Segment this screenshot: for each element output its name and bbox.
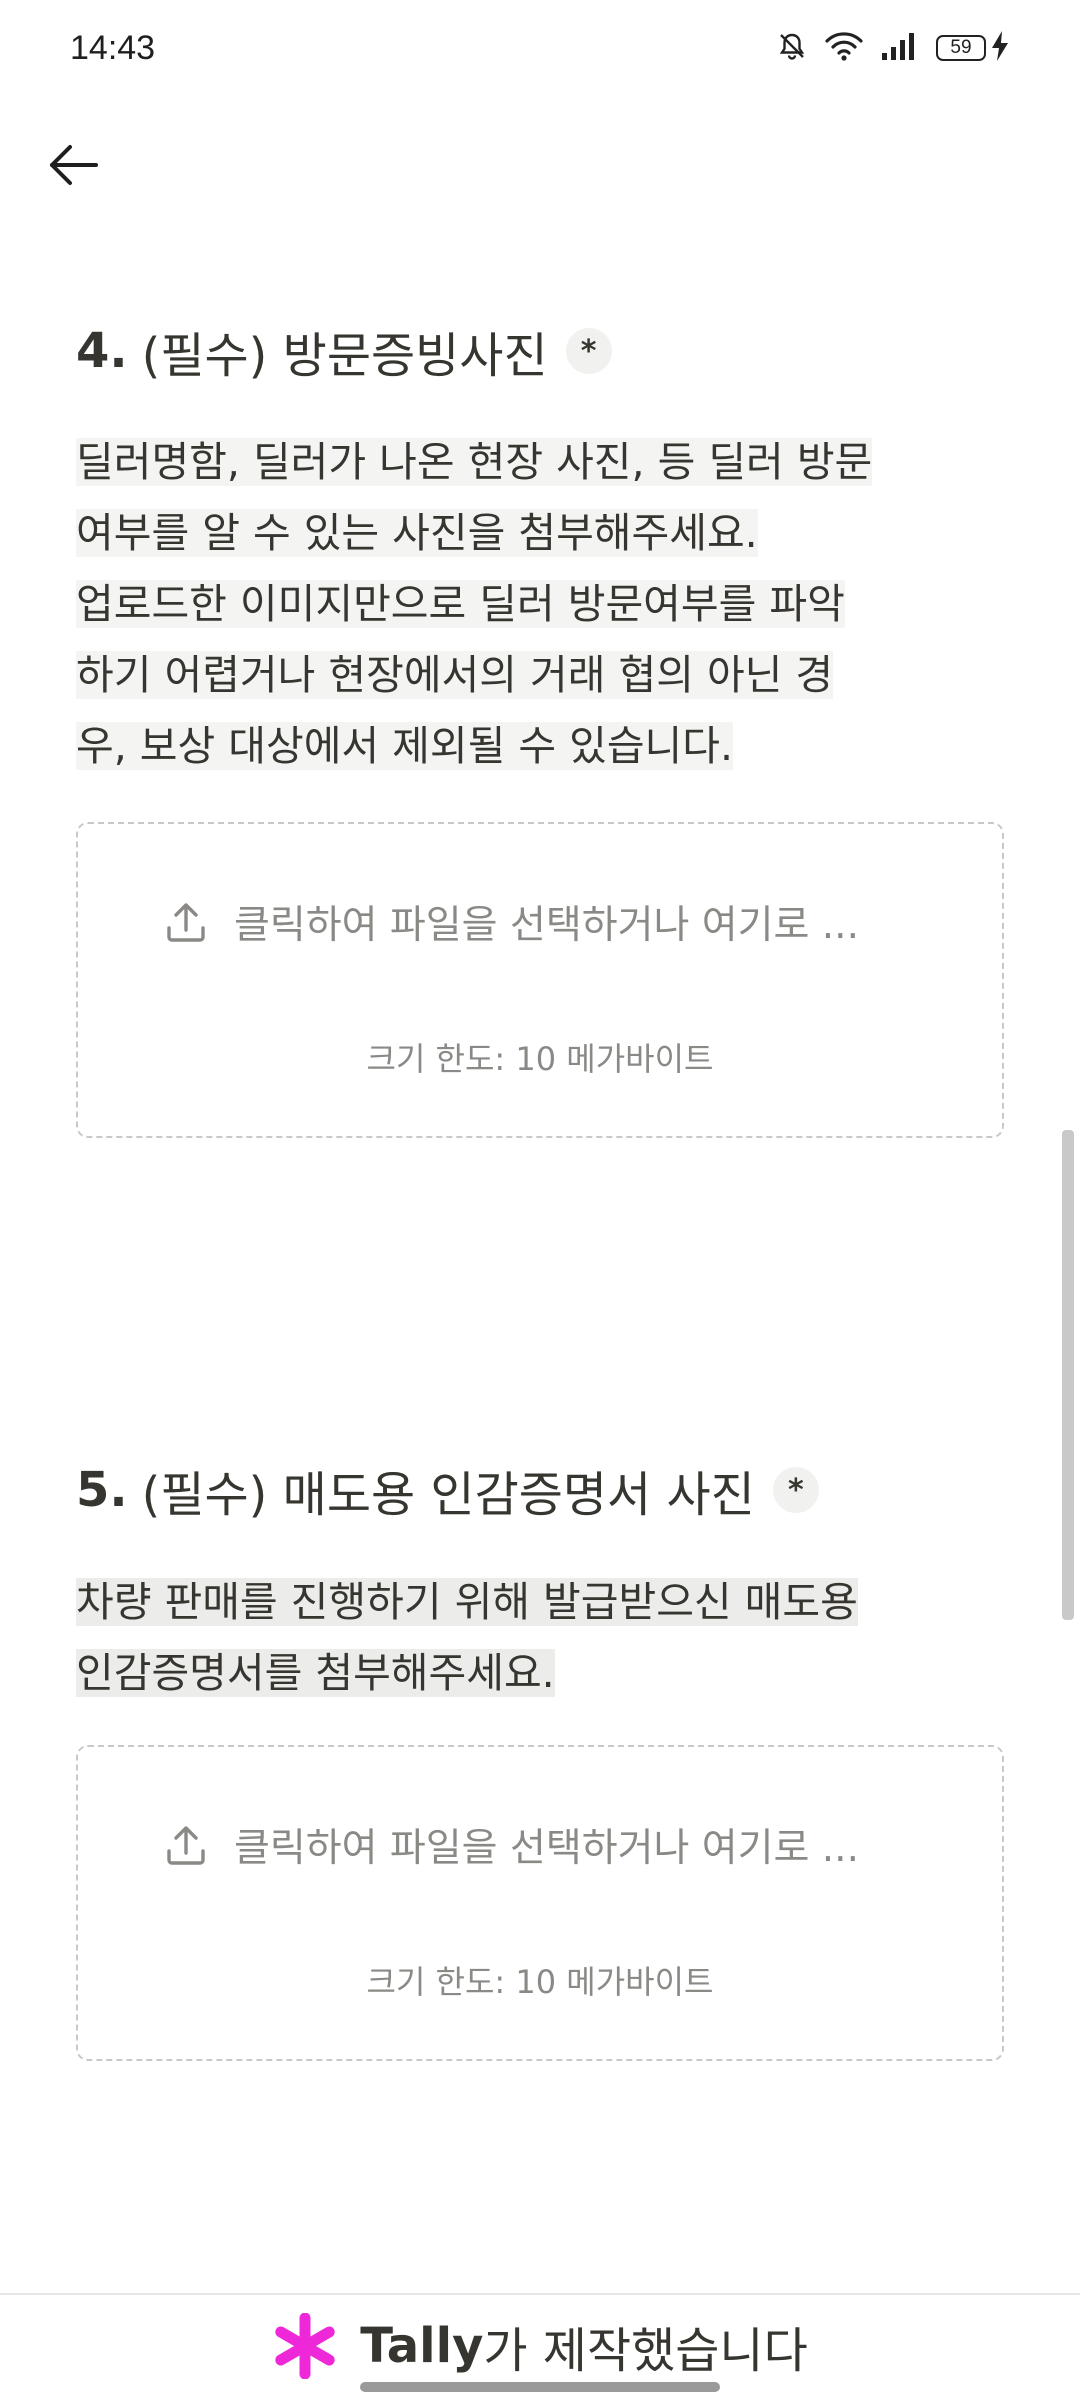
footer-divider xyxy=(0,2293,1080,2295)
upload-icon xyxy=(167,903,205,942)
question-5-title: 5. (필수) 매도용 인감증명서 사진 * xyxy=(76,1455,819,1525)
description-line: 업로드한 이미지만으로 딜러 방문여부를 파악 xyxy=(76,580,845,628)
required-badge: * xyxy=(772,1467,819,1513)
made-with-tally-badge[interactable]: Tally 가 제작했습니다 xyxy=(0,2296,1080,2396)
upload-size-limit: 크기 한도: 10 메가바이트 xyxy=(366,1963,714,2001)
question-5-description: 차량 판매를 진행하기 위해 발급받으신 매도용 인감증명서를 첨부해주세요. xyxy=(76,1567,1006,1709)
question-4-title-text: (필수) 방문증빙사진 xyxy=(141,328,548,384)
signal-icon xyxy=(880,31,920,65)
upload-prompt-text: 클릭하여 파일을 선택하거나 여기로 ... xyxy=(234,903,859,948)
file-upload-dropzone-4[interactable]: 클릭하여 파일을 선택하거나 여기로 ... 크기 한도: 10 메가바이트 xyxy=(76,822,1004,1138)
question-5-title-text: (필수) 매도용 인감증명서 사진 xyxy=(141,1467,755,1523)
question-4-description: 딜러명함, 딜러가 나온 현장 사진, 등 딜러 방문 여부를 알 수 있는 사… xyxy=(76,427,1006,782)
description-line: 차량 판매를 진행하기 위해 발급받으신 매도용 xyxy=(76,1578,858,1626)
upload-prompt: 클릭하여 파일을 선택하거나 여기로 ... xyxy=(164,894,859,950)
upload-size-limit: 크기 한도: 10 메가바이트 xyxy=(366,1040,714,1078)
question-5-number: 5. xyxy=(76,1462,128,1518)
status-bar: 14:43 59 xyxy=(0,0,1080,96)
footer-suffix: 가 제작했습니다 xyxy=(483,2323,808,2379)
back-button[interactable] xyxy=(44,135,104,195)
status-time: 14:43 xyxy=(70,28,156,67)
home-indicator[interactable] xyxy=(360,2382,720,2392)
description-line: 여부를 알 수 있는 사진을 첨부해주세요. xyxy=(76,509,758,557)
description-line: 인감증명서를 첨부해주세요. xyxy=(76,1649,555,1697)
description-line: 하기 어렵거나 현장에서의 거래 협의 아닌 경 xyxy=(76,651,834,699)
footer-brand: Tally xyxy=(360,2318,484,2374)
file-upload-dropzone-5[interactable]: 클릭하여 파일을 선택하거나 여기로 ... 크기 한도: 10 메가바이트 xyxy=(76,1745,1004,2061)
charging-bolt-icon xyxy=(990,30,1010,66)
description-line: 딜러명함, 딜러가 나온 현장 사진, 등 딜러 방문 xyxy=(76,438,873,486)
wifi-icon xyxy=(824,30,864,66)
question-4-title: 4. (필수) 방문증빙사진 * xyxy=(76,316,612,386)
description-line: 우, 보상 대상에서 제외될 수 있습니다. xyxy=(76,722,734,770)
upload-prompt-text: 클릭하여 파일을 선택하거나 여기로 ... xyxy=(234,1826,859,1871)
bell-muted-icon xyxy=(776,30,808,66)
upload-icon xyxy=(167,1826,205,1865)
battery-level: 59 xyxy=(936,35,986,61)
tally-asterisk-icon xyxy=(275,2313,335,2379)
scrollbar-thumb[interactable] xyxy=(1062,1130,1074,1620)
arrow-left-icon xyxy=(50,145,98,185)
upload-prompt: 클릭하여 파일을 선택하거나 여기로 ... xyxy=(164,1817,859,1873)
battery-indicator: 59 xyxy=(936,30,1010,66)
required-badge: * xyxy=(565,328,612,374)
question-4-number: 4. xyxy=(76,323,128,379)
status-icons: 59 xyxy=(776,30,1010,66)
